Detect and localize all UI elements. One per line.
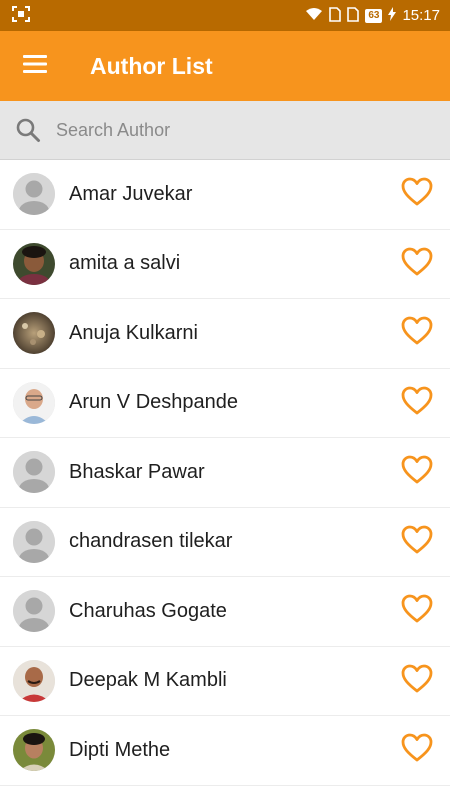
- avatar-photo: [13, 381, 55, 424]
- favorite-button[interactable]: [387, 299, 447, 368]
- favorite-button[interactable]: [387, 577, 447, 646]
- sim-icon: [347, 6, 360, 25]
- author-row[interactable]: chandrasen tilekar: [0, 507, 450, 577]
- avatar-photo: [13, 729, 55, 772]
- author-row[interactable]: amita a salvi: [0, 229, 450, 299]
- avatar-photo: [13, 312, 55, 355]
- heart-outline-icon: [401, 733, 433, 767]
- status-time: 15:17: [402, 7, 440, 24]
- author-row[interactable]: Anuja Kulkarni: [0, 299, 450, 369]
- favorite-button[interactable]: [387, 160, 447, 229]
- author-name: Deepak M Kambli: [69, 669, 227, 692]
- heart-outline-icon: [401, 177, 433, 211]
- app-bar: Author List: [0, 31, 450, 101]
- wifi-icon: [305, 7, 323, 24]
- author-name: amita a salvi: [69, 252, 181, 275]
- avatar-placeholder: [13, 173, 55, 216]
- charging-icon: [388, 7, 397, 24]
- search-icon: [0, 117, 56, 143]
- menu-button[interactable]: [0, 31, 70, 101]
- favorite-button[interactable]: [387, 716, 447, 785]
- author-name: Arun V Deshpande: [69, 391, 239, 414]
- author-name: Anuja Kulkarni: [69, 321, 198, 344]
- favorite-button[interactable]: [387, 507, 447, 576]
- heart-outline-icon: [401, 455, 433, 489]
- author-row[interactable]: Deepak M Kambli: [0, 646, 450, 716]
- author-name: Charuhas Gogate: [69, 599, 227, 622]
- heart-outline-icon: [401, 664, 433, 698]
- heart-outline-icon: [401, 316, 433, 350]
- author-list: Amar Juvekar amita a salvi Anuja Kulkarn…: [0, 160, 450, 800]
- search-bar: [0, 101, 450, 160]
- heart-outline-icon: [401, 247, 433, 281]
- author-name: Bhaskar Pawar: [69, 460, 205, 483]
- page-title: Author List: [90, 52, 213, 79]
- author-row[interactable]: Bhaskar Pawar: [0, 438, 450, 508]
- avatar-photo: [13, 242, 55, 285]
- heart-outline-icon: [401, 594, 433, 628]
- author-name: Amar Juvekar: [69, 182, 193, 205]
- hamburger-menu-icon: [23, 54, 47, 78]
- favorite-button[interactable]: [387, 229, 447, 298]
- avatar-placeholder: [13, 590, 55, 633]
- status-bar: 63 15:17: [0, 0, 450, 31]
- heart-outline-icon: [401, 525, 433, 559]
- author-row[interactable]: Charuhas Gogate: [0, 577, 450, 647]
- favorite-button[interactable]: [387, 368, 447, 437]
- author-name: chandrasen tilekar: [69, 530, 233, 553]
- search-input[interactable]: [56, 119, 416, 141]
- avatar-placeholder: [13, 451, 55, 494]
- favorite-button[interactable]: [387, 438, 447, 507]
- battery-level: 63: [365, 8, 383, 23]
- heart-outline-icon: [401, 386, 433, 420]
- author-row[interactable]: Amar Juvekar: [0, 160, 450, 230]
- avatar-placeholder: [13, 520, 55, 563]
- author-name: Dipti Methe: [69, 738, 171, 761]
- favorite-button[interactable]: [387, 646, 447, 715]
- author-row[interactable]: Dipti Methe: [0, 716, 450, 786]
- sim-icon: [329, 6, 342, 25]
- author-row[interactable]: Arun V Deshpande: [0, 368, 450, 438]
- screenshot-icon: [12, 6, 30, 25]
- avatar-photo: [13, 659, 55, 702]
